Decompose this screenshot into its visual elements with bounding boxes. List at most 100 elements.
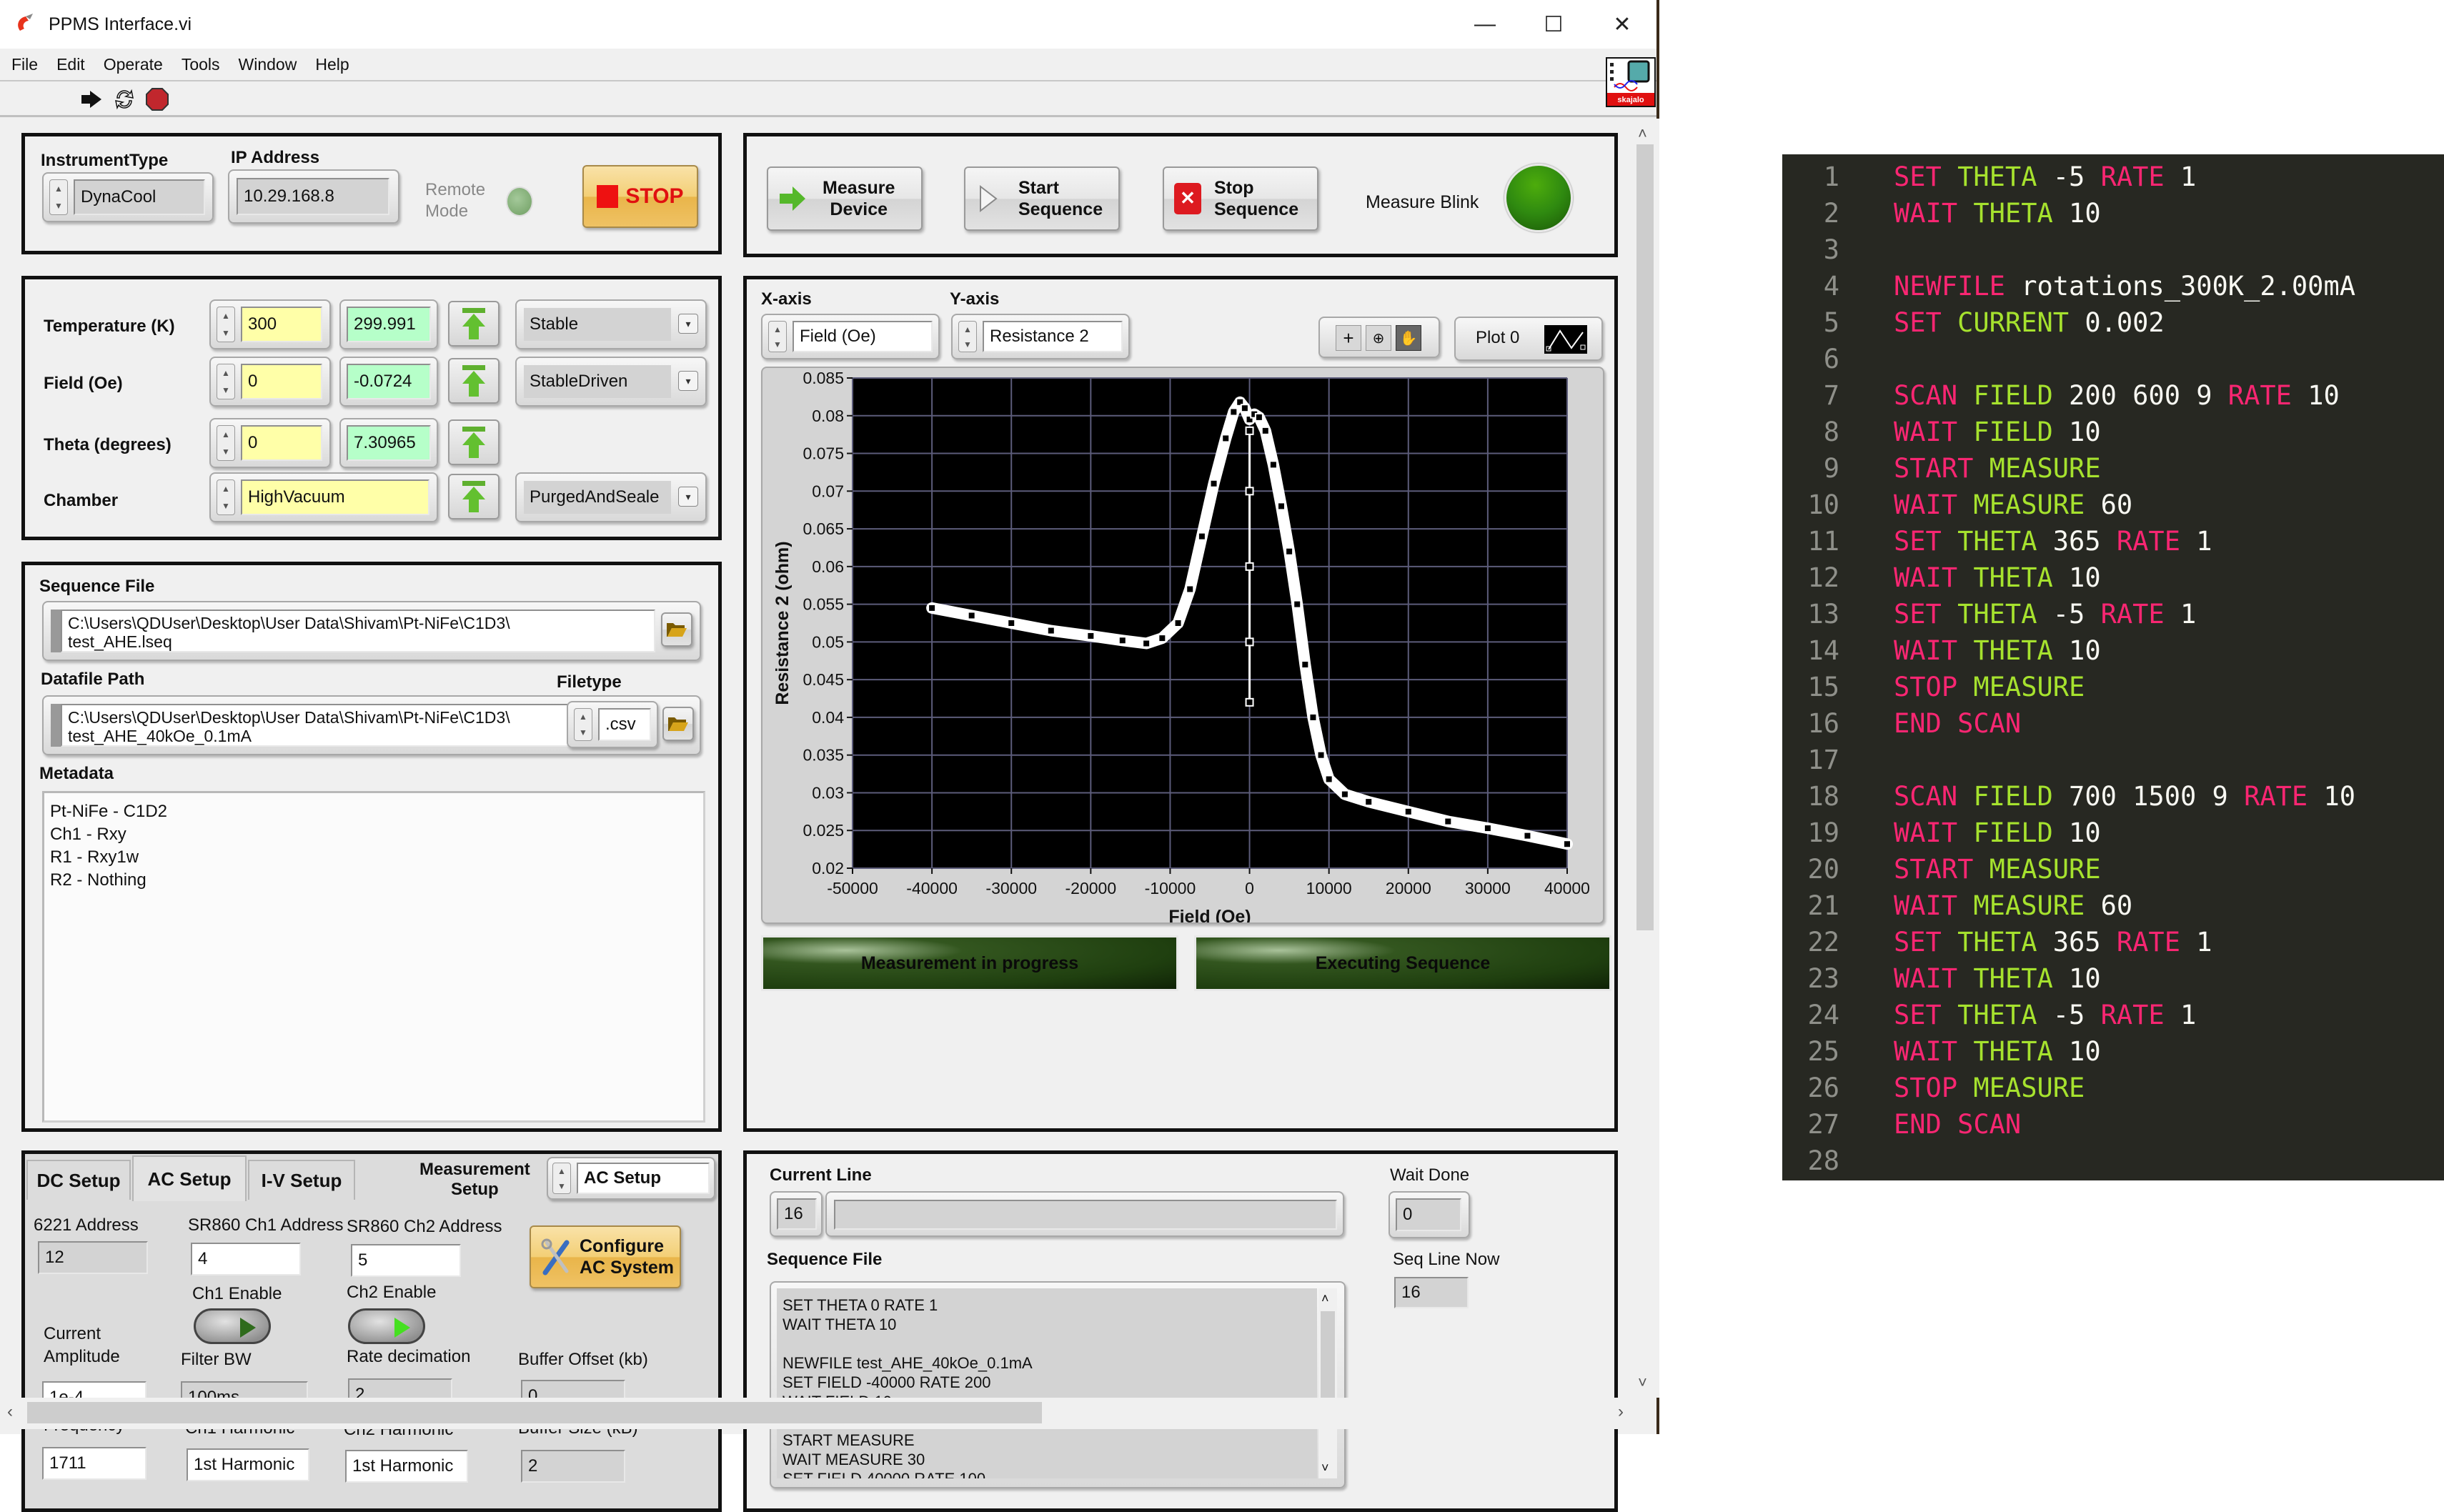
chamber-spinner[interactable]: ▲ ▼ <box>217 479 235 515</box>
window-horizontal-scrollbar[interactable]: ‹ › <box>0 1398 1631 1429</box>
theta-setpoint-control[interactable]: ▲ ▼ 0 <box>209 418 331 468</box>
temperature-reading-indicator: 299.991 <box>339 299 438 349</box>
field-spinner[interactable]: ▲ ▼ <box>217 364 235 399</box>
instrument-type-ring[interactable]: ▲ ▼ DynaCool <box>42 172 214 222</box>
sr860-ch1-address-value[interactable]: 4 <box>191 1243 301 1275</box>
chamber-apply-button[interactable] <box>448 474 500 519</box>
temperature-spinner[interactable]: ▲ ▼ <box>217 307 235 342</box>
datafile-path[interactable]: C:\Users\QDUser\Desktop\User Data\Shivam… <box>61 704 575 747</box>
run-arrow-icon[interactable] <box>79 86 104 112</box>
temperature-setpoint-control[interactable]: ▲ ▼ 300 <box>209 299 331 349</box>
code-text: NEWFILE rotations_300K_2.00mA <box>1894 271 2355 302</box>
code-token-kw: SET <box>1894 599 1942 630</box>
stop-button[interactable]: STOP <box>582 165 698 228</box>
chevron-down-icon[interactable]: ▾ <box>678 487 698 507</box>
temperature-apply-button[interactable] <box>448 301 500 347</box>
frequency-value[interactable]: 1711 <box>42 1447 146 1480</box>
chamber-label: Chamber <box>44 491 119 510</box>
x-axis-spinner[interactable]: ▲ ▼ <box>768 321 787 352</box>
chevron-down-icon[interactable]: ▾ <box>678 371 698 391</box>
chevron-down-icon[interactable]: ▾ <box>678 314 698 334</box>
measure-device-button[interactable]: Measure Device <box>767 166 923 231</box>
tab-iv-setup[interactable]: I-V Setup <box>248 1160 355 1200</box>
sequence-file-path[interactable]: C:\Users\QDUser\Desktop\User Data\Shivam… <box>61 610 655 652</box>
cursor-crosshair-icon[interactable]: + <box>1336 325 1361 351</box>
maximize-button[interactable]: ☐ <box>1519 0 1588 49</box>
measurement-setup-ring[interactable]: ▲ ▼ AC Setup <box>547 1157 715 1200</box>
minimize-button[interactable]: — <box>1451 0 1519 49</box>
sequence-text-box[interactable]: SET THETA 0 RATE 1 WAIT THETA 10 NEWFILE… <box>770 1281 1346 1488</box>
data-point <box>1229 407 1238 417</box>
theta-spinner[interactable]: ▲ ▼ <box>217 425 235 461</box>
temperature-setpoint[interactable]: 300 <box>241 307 322 342</box>
line-number: 1 <box>1823 161 1839 192</box>
buffer-size-value[interactable]: 2 <box>521 1450 625 1483</box>
x-tick-label: 30000 <box>1465 879 1511 897</box>
y-tick-label: 0.08 <box>812 407 844 425</box>
theta-setpoint[interactable]: 0 <box>241 425 322 461</box>
run-continuously-icon[interactable] <box>111 86 137 112</box>
x-axis-ring[interactable]: ▲ ▼ Field (Oe) <box>761 314 940 359</box>
theta-apply-button[interactable] <box>448 419 500 465</box>
metadata-textarea[interactable]: Pt-NiFe - C1D2 Ch1 - Rxy R1 - Rxy1w R2 -… <box>42 791 705 1123</box>
menu-file[interactable]: File <box>11 55 38 74</box>
temperature-status-ring[interactable]: Stable ▾ <box>515 299 707 349</box>
code-line: 25 WAIT THETA 10 <box>1782 1033 2444 1070</box>
filetype-spinner[interactable]: ▲ ▼ <box>574 708 592 741</box>
menu-window[interactable]: Window <box>239 55 297 74</box>
window-vertical-scrollbar[interactable]: ˄ ˅ <box>1631 119 1659 1398</box>
scroll-right-icon[interactable]: › <box>1618 1402 1624 1422</box>
resistance-vs-field-chart[interactable]: 0.02 0.025 0.03 0.035 0.04 0.045 0.05 0.055 0.06… <box>762 368 1603 922</box>
instrument-type-value: DynaCool <box>74 179 205 215</box>
scroll-up-icon[interactable]: ˄ <box>1321 1291 1329 1306</box>
menu-operate[interactable]: Operate <box>104 55 163 74</box>
chamber-status-ring[interactable]: PurgedAndSeale ▾ <box>515 472 707 522</box>
filetype-ring[interactable]: ▲ ▼ .csv <box>567 701 658 748</box>
code-token-kw: WAIT <box>1894 198 1958 229</box>
scroll-down-icon[interactable]: ˅ <box>1638 1373 1647 1392</box>
ch1-harmonic-value[interactable]: 1st Harmonic <box>187 1448 309 1481</box>
data-point <box>1245 562 1254 571</box>
sequence-file-path-control[interactable]: C:\Users\QDUser\Desktop\User Data\Shivam… <box>42 601 701 661</box>
menu-tools[interactable]: Tools <box>182 55 220 74</box>
field-status-ring[interactable]: StableDriven ▾ <box>515 357 707 407</box>
datafile-path-control[interactable]: C:\Users\QDUser\Desktop\User Data\Shivam… <box>42 695 701 755</box>
field-setpoint[interactable]: 0 <box>241 364 322 399</box>
sr860-ch2-address-value[interactable]: 5 <box>351 1244 461 1277</box>
start-sequence-button[interactable]: Start Sequence <box>964 166 1120 231</box>
y-axis-spinner[interactable]: ▲ ▼ <box>958 321 977 352</box>
field-apply-button[interactable] <box>448 358 500 404</box>
menu-edit[interactable]: Edit <box>56 55 85 74</box>
sequence-scrollbar[interactable]: ˄ ˅ <box>1318 1288 1337 1478</box>
instrument-type-spinner[interactable]: ▲ ▼ <box>49 179 68 215</box>
abort-icon[interactable] <box>144 86 170 112</box>
ch1-enable-toggle[interactable] <box>194 1308 271 1344</box>
scroll-up-icon[interactable]: ˄ <box>1638 124 1647 143</box>
tab-dc-setup[interactable]: DC Setup <box>26 1160 131 1200</box>
measurement-setup-spinner[interactable]: ▲ ▼ <box>552 1163 571 1194</box>
zoom-icon[interactable]: ⊕ <box>1366 325 1391 351</box>
pan-hand-icon[interactable]: ✋ <box>1396 325 1421 351</box>
chamber-setpoint-control[interactable]: ▲ ▼ HighVacuum <box>209 472 438 522</box>
sequence-file-browse-button[interactable] <box>661 612 692 647</box>
sequence-text[interactable]: SET THETA 0 RATE 1 WAIT THETA 10 NEWFILE… <box>777 1288 1317 1478</box>
ip-address-control[interactable]: 10.29.168.8 <box>228 169 399 224</box>
scroll-left-icon[interactable]: ‹ <box>7 1402 13 1422</box>
plot-legend[interactable]: Plot 0 <box>1454 317 1603 361</box>
plot-area[interactable] <box>853 378 1567 868</box>
horizontal-scroll-thumb[interactable] <box>27 1402 1042 1423</box>
ch2-harmonic-value[interactable]: 1st Harmonic <box>345 1450 468 1483</box>
menu-help[interactable]: Help <box>315 55 349 74</box>
field-setpoint-control[interactable]: ▲ ▼ 0 <box>209 357 331 407</box>
scroll-down-icon[interactable]: ˅ <box>1321 1461 1329 1476</box>
ch2-enable-toggle[interactable] <box>348 1308 425 1344</box>
tab-ac-setup[interactable]: AC Setup <box>132 1155 247 1201</box>
configure-ac-system-button[interactable]: Configure AC System <box>530 1225 681 1288</box>
chamber-setpoint[interactable]: HighVacuum <box>241 479 429 515</box>
address-6221-value[interactable]: 12 <box>38 1241 148 1274</box>
y-axis-ring[interactable]: ▲ ▼ Resistance 2 <box>951 314 1130 359</box>
stop-sequence-button[interactable]: ✕ Stop Sequence <box>1163 166 1318 231</box>
close-button[interactable]: ✕ <box>1588 0 1656 49</box>
datafile-browse-button[interactable] <box>662 707 694 741</box>
vertical-scroll-thumb[interactable] <box>1636 144 1654 930</box>
